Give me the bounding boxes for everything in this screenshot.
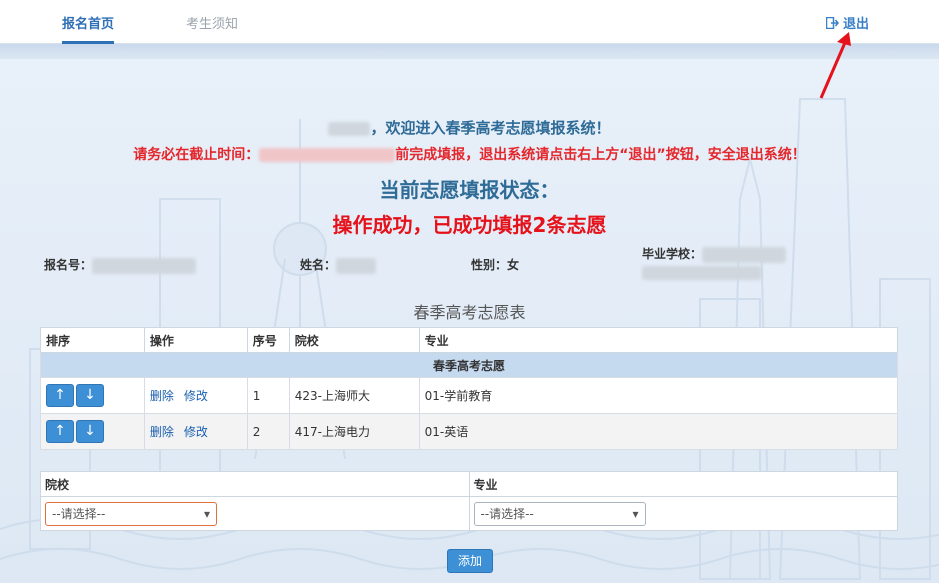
annotation-arrow-icon: [819, 32, 851, 99]
blurred-name: [328, 121, 371, 136]
col-operation: 操作: [143, 327, 248, 353]
major-select[interactable]: --请选择-- ▾: [473, 501, 646, 526]
school-label: 毕业学校：: [642, 247, 703, 261]
volunteer-table: 排序 操作 序号 院校 专业 春季高考志愿 ↑ ↓ 删除 修改 1 423-上海师大…: [40, 327, 899, 450]
school-cell: 417-上海电力: [288, 413, 420, 450]
blurred-school-2: [642, 265, 762, 280]
blurred-school-1: [702, 246, 787, 263]
dropdown-caret-icon: ▾: [632, 506, 639, 521]
delete-link[interactable]: 删除: [150, 389, 174, 403]
name-field: 姓名：: [300, 256, 377, 274]
deadline-suffix: 前完成填报，退出系统请点击右上方“退出”按钮，安全退出系统！: [395, 147, 806, 163]
blurred-reg-no: [92, 257, 197, 274]
blurred-deadline: [259, 148, 396, 162]
major-select-label: 专业: [468, 471, 898, 497]
sort-cell: ↑ ↓: [40, 377, 145, 414]
sign-out-icon: [825, 16, 839, 29]
col-sort: 排序: [40, 327, 145, 353]
major-cell: 01-英语: [418, 413, 899, 450]
tab-candidate-notice[interactable]: 考生须知: [186, 13, 238, 44]
operation-cell: 删除 修改: [143, 413, 248, 450]
school-select-cell: --请选择-- ▾: [40, 496, 470, 531]
gender-value: 女: [507, 258, 520, 272]
gender-label: 性别：: [471, 258, 508, 272]
major-cell: 01-学前教育: [418, 377, 899, 414]
blurred-name-value: [336, 257, 377, 274]
add-button[interactable]: 添加: [447, 549, 493, 573]
delete-link[interactable]: 删除: [150, 425, 174, 439]
form-header-row: 院校 专业: [40, 471, 898, 497]
form-body-row: --请选择-- ▾ --请选择-- ▾: [40, 496, 898, 531]
school-select-label: 院校: [40, 471, 470, 497]
move-up-button[interactable]: ↑: [46, 420, 74, 443]
seq-cell: 1: [246, 377, 290, 414]
content-panel: ，欢迎进入春季高考志愿填报系统！ 请务必在截止时间： 前完成填报，退出系统请点击右…: [0, 59, 939, 583]
major-select-cell: --请选择-- ▾: [468, 496, 898, 531]
add-volunteer-form: 院校 专业 --请选择-- ▾ --请选择-- ▾: [40, 471, 898, 531]
school-select-value: --请选择--: [52, 507, 106, 521]
seq-cell: 2: [246, 413, 290, 450]
table-header-row: 排序 操作 序号 院校 专业: [40, 327, 899, 353]
top-nav: 报名首页 考生须知 退出: [0, 0, 939, 44]
operation-cell: 删除 修改: [143, 377, 248, 414]
edit-link[interactable]: 修改: [184, 425, 208, 439]
tab-registration-home[interactable]: 报名首页: [62, 13, 115, 44]
reg-no-field: 报名号：: [44, 256, 197, 274]
welcome-text: ，欢迎进入春季高考志愿填报系统！: [370, 119, 611, 137]
deadline-notice: 请务必在截止时间： 前完成填报，退出系统请点击右上方“退出”按钮，安全退出系统！: [0, 144, 939, 164]
gender-field: 性别：女: [471, 256, 519, 273]
deadline-prefix: 请务必在截止时间：: [133, 147, 260, 163]
col-seq: 序号: [246, 327, 290, 353]
move-down-button[interactable]: ↓: [76, 420, 104, 443]
main-stage: ，欢迎进入春季高考志愿填报系统！ 请务必在截止时间： 前完成填报，退出系统请点击右…: [0, 44, 939, 583]
move-down-button[interactable]: ↓: [76, 384, 104, 407]
table-title: 春季高考志愿表: [413, 303, 526, 322]
status-value: 操作成功，已成功填报2条志愿: [332, 213, 607, 237]
table-row: ↑ ↓ 删除 修改 2 417-上海电力 01-英语: [40, 413, 899, 450]
group-row: 春季高考志愿: [40, 352, 898, 378]
group-label: 春季高考志愿: [40, 352, 898, 378]
reg-no-label: 报名号：: [44, 258, 93, 272]
col-school: 院校: [288, 327, 420, 353]
sort-cell: ↑ ↓: [40, 413, 145, 450]
move-up-button[interactable]: ↑: [46, 384, 74, 407]
school-field: 毕业学校：: [642, 245, 787, 280]
dropdown-caret-icon: ▾: [203, 506, 210, 521]
col-major: 专业: [418, 327, 899, 353]
major-select-value: --请选择--: [480, 507, 534, 521]
name-label: 姓名：: [300, 258, 337, 272]
welcome-message: ，欢迎进入春季高考志愿填报系统！: [0, 117, 939, 138]
school-select[interactable]: --请选择-- ▾: [45, 501, 217, 526]
status-title: 当前志愿填报状态：: [379, 178, 560, 202]
school-cell: 423-上海师大: [288, 377, 420, 414]
table-row: ↑ ↓ 删除 修改 1 423-上海师大 01-学前教育: [40, 377, 899, 414]
edit-link[interactable]: 修改: [184, 389, 208, 403]
